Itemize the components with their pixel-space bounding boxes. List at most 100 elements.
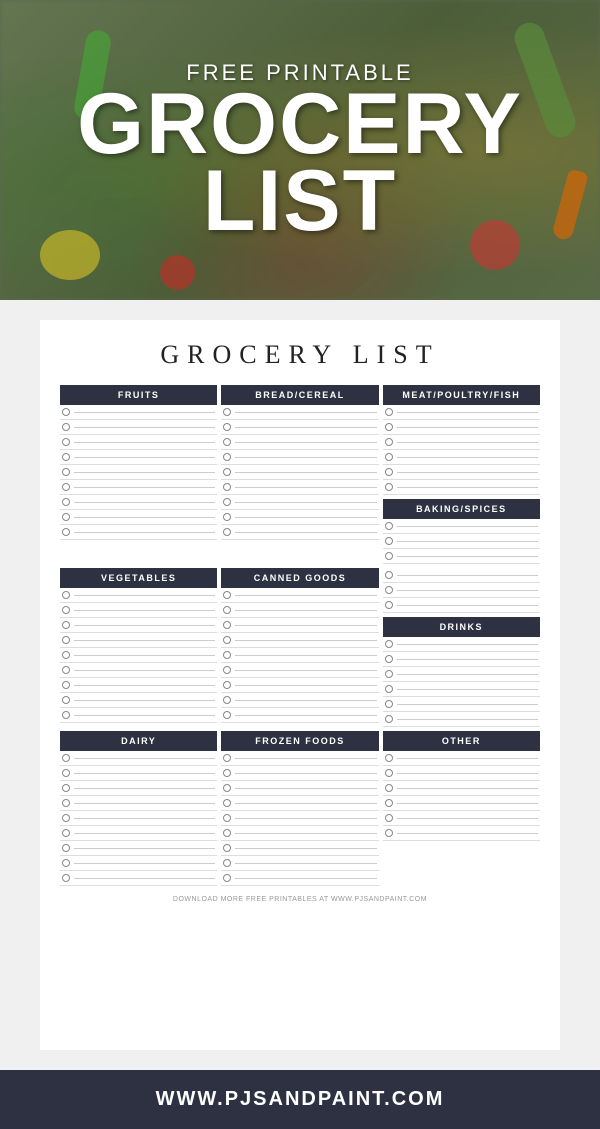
line-item [221,856,378,871]
other-lines [383,751,540,841]
line-item [221,841,378,856]
vegetables-header: VEGETABLES [60,568,217,588]
card-title: GROCERY LIST [60,340,540,370]
line-item [383,420,540,435]
line-item [383,652,540,667]
line-item [221,678,378,693]
hero-text-block: FREE PRINTABLE GROCERY LIST [77,60,523,241]
line-item [383,450,540,465]
category-dairy: DAIRY [60,731,217,886]
line-item [60,588,217,603]
line-item [383,519,540,534]
line-item [60,633,217,648]
line-item [221,525,378,540]
line-item [221,480,378,495]
line-item [383,751,540,766]
line-item [221,495,378,510]
frozen-header: FROZEN FOODS [221,731,378,751]
category-bread: BREAD/CEREAL [221,385,378,564]
line-item [221,751,378,766]
line-item [383,534,540,549]
line-item [383,480,540,495]
line-item [60,856,217,871]
line-item [221,450,378,465]
fruits-lines [60,405,217,540]
line-item [60,510,217,525]
line-item [60,693,217,708]
line-item [60,435,217,450]
line-item [383,583,540,598]
card-footer: DOWNLOAD MORE FREE PRINTABLES AT WWW.PJS… [60,896,540,903]
line-item [221,648,378,663]
meat-lines: BAKING/SPICES [383,405,540,564]
baking-extra-lines [383,568,540,613]
drinks-header: DRINKS [383,617,540,637]
category-meat: MEAT/POULTRY/FISH BAKING/SPICES [383,385,540,564]
hero-title-line1: GROCERY [77,86,523,163]
line-item [221,811,378,826]
line-item [60,420,217,435]
line-item [383,549,540,564]
card-wrapper: GROCERY LIST FRUITS B [0,300,600,1070]
line-item [60,708,217,723]
line-item [383,826,540,841]
other-header: OTHER [383,731,540,751]
line-item [383,637,540,652]
line-item [221,871,378,886]
line-item [221,603,378,618]
drinks-lines [383,637,540,727]
line-item [221,405,378,420]
line-item [383,465,540,480]
line-item [221,588,378,603]
line-item [60,495,217,510]
line-item [60,796,217,811]
line-item [221,420,378,435]
category-right-2: DRINKS [383,568,540,727]
line-item [60,811,217,826]
line-item [221,465,378,480]
line-item [221,708,378,723]
line-item [383,405,540,420]
line-item [221,781,378,796]
line-item [60,781,217,796]
line-item [60,663,217,678]
meat-header: MEAT/POULTRY/FISH [383,385,540,405]
bread-lines [221,405,378,540]
line-item [383,667,540,682]
line-item [221,663,378,678]
printable-card: GROCERY LIST FRUITS B [40,320,560,1050]
line-item [60,871,217,886]
dairy-lines [60,751,217,886]
line-item [60,648,217,663]
canned-header: CANNED GOODS [221,568,378,588]
line-item [60,826,217,841]
line-item [221,510,378,525]
line-item [383,781,540,796]
category-fruits: FRUITS [60,385,217,564]
dairy-header: DAIRY [60,731,217,751]
line-item [60,525,217,540]
line-item [60,405,217,420]
line-item [221,435,378,450]
vegetables-lines [60,588,217,723]
hero-section: FREE PRINTABLE GROCERY LIST [0,0,600,300]
fruits-header: FRUITS [60,385,217,405]
line-item [60,841,217,856]
line-item [60,678,217,693]
line-item [221,766,378,781]
line-item [383,811,540,826]
line-item [383,697,540,712]
category-frozen: FROZEN FOODS [221,731,378,886]
category-canned: CANNED GOODS [221,568,378,727]
line-item [221,633,378,648]
line-item [383,796,540,811]
line-item [60,766,217,781]
line-item [383,598,540,613]
line-item [383,568,540,583]
line-item [221,693,378,708]
frozen-lines [221,751,378,886]
website-url: WWW.PJSANDPAINT.COM [156,1088,445,1110]
canned-lines [221,588,378,723]
bottom-bar: WWW.PJSANDPAINT.COM [0,1070,600,1129]
hero-title-line2: LIST [77,163,523,240]
